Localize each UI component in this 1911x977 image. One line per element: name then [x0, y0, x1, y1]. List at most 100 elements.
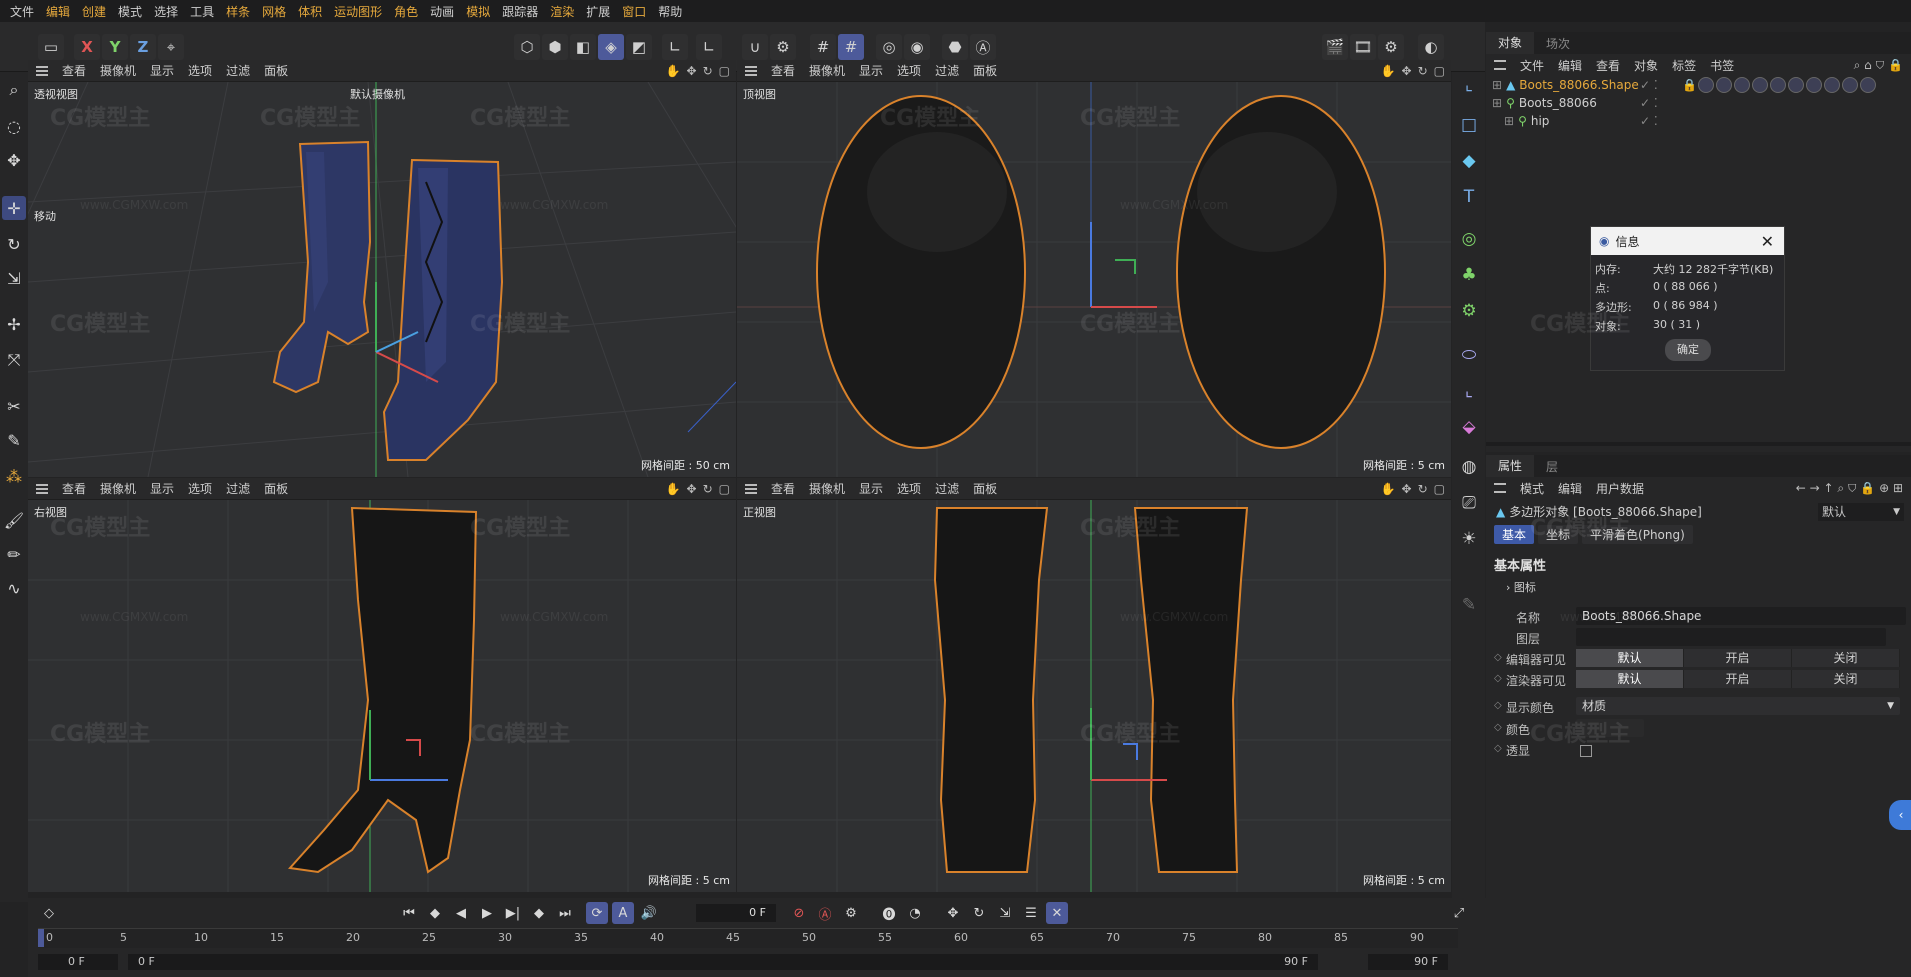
camera-icon[interactable]: ⎚ [1456, 490, 1482, 516]
render-view-icon[interactable]: 🎬 [1322, 34, 1348, 60]
layer-field[interactable] [1576, 628, 1886, 646]
render-picture-viewer-icon[interactable]: 🎞 [1350, 34, 1376, 60]
om-menu-edit[interactable]: 编辑 [1558, 57, 1582, 74]
search-icon[interactable]: ⌕ ⌂ ⛉ 🔒 [1854, 58, 1903, 73]
y-axis-lock-button[interactable]: Y [102, 34, 128, 60]
vp-menu-view[interactable]: 查看 [771, 62, 795, 79]
next-frame-icon[interactable]: ▶| [502, 902, 524, 924]
coordinate-system-icon[interactable]: ⌖ [158, 34, 184, 60]
move-view-icon[interactable]: ✥ [1402, 64, 1412, 78]
polygons-mode-icon[interactable]: ◧ [570, 34, 596, 60]
option-default[interactable]: 默认 [1576, 649, 1684, 667]
expand-icon[interactable]: ⊞ [1504, 114, 1514, 128]
magnet-icon[interactable]: ∪ [742, 34, 768, 60]
menu-animation[interactable]: 动画 [424, 3, 460, 20]
rotate-icon[interactable]: ↻ [2, 232, 26, 256]
pen-icon[interactable]: ✎ [2, 428, 26, 452]
vp-menu-camera[interactable]: 摄像机 [100, 62, 136, 79]
menu-tools[interactable]: 工具 [184, 3, 220, 20]
menu-mograph[interactable]: 运动图形 [328, 3, 388, 20]
name-field[interactable]: Boots_88066.Shape [1576, 607, 1906, 625]
vp-menu-options[interactable]: 选项 [897, 62, 921, 79]
move-view-icon[interactable]: ✥ [687, 64, 697, 78]
menu-character[interactable]: 角色 [388, 3, 424, 20]
option-default[interactable]: 默认 [1576, 670, 1684, 688]
generator-icon[interactable]: ◎ [1456, 226, 1482, 252]
material-tag-icon[interactable] [1770, 77, 1786, 93]
menu-create[interactable]: 创建 [76, 3, 112, 20]
menu-help[interactable]: 帮助 [652, 3, 688, 20]
material-tag-icon[interactable] [1824, 77, 1840, 93]
menu-select[interactable]: 选择 [148, 3, 184, 20]
vp-menu-options[interactable]: 选项 [897, 480, 921, 497]
workplane-icon[interactable]: ∟ [696, 34, 722, 60]
om-menu-file[interactable]: 文件 [1520, 57, 1544, 74]
vp-menu-options[interactable]: 选项 [188, 480, 212, 497]
hamburger-icon[interactable] [1494, 483, 1506, 493]
collapse-panel-button[interactable]: ‹ [1889, 800, 1911, 830]
move-view-icon[interactable]: ✥ [687, 482, 697, 496]
subtab-basic[interactable]: 基本 [1494, 525, 1535, 544]
keyframe-diamond-icon[interactable]: ◇ [1494, 700, 1502, 711]
tab-objects[interactable]: 对象 [1486, 32, 1535, 54]
hamburger-icon[interactable] [36, 483, 48, 494]
menu-mesh[interactable]: 网格 [256, 3, 292, 20]
keyframe-diamond-icon[interactable]: ◇ [1494, 673, 1502, 684]
record-icon[interactable]: ⊘ [788, 902, 810, 924]
subtab-phong[interactable]: 平滑着色(Phong) [1582, 525, 1693, 544]
model-mode-icon[interactable]: ◈ [598, 34, 624, 60]
visibility-dots-icon[interactable]: ✓ ⁚ [1640, 96, 1658, 110]
xray-checkbox[interactable] [1580, 745, 1592, 757]
menu-file[interactable]: 文件 [4, 3, 40, 20]
visibility-dots-icon[interactable]: ✓ ⁚ [1640, 114, 1658, 128]
field-icon[interactable]: ⌞ [1456, 378, 1482, 404]
object-name[interactable]: hip [1531, 114, 1550, 128]
om-menu-object[interactable]: 对象 [1634, 57, 1658, 74]
timeline-ruler[interactable]: 0 5 10 15 20 25 30 35 40 45 50 55 60 65 … [38, 928, 1458, 948]
hamburger-icon[interactable] [745, 483, 757, 494]
boot-left[interactable] [272, 140, 372, 394]
effector-icon[interactable]: ⚙ [1456, 298, 1482, 324]
key-lock-icon[interactable]: ⓿ [878, 902, 900, 924]
autokey-icon[interactable]: A [612, 902, 634, 924]
uv-mode-icon[interactable]: ◩ [626, 34, 652, 60]
loop-icon[interactable]: ⟳ [586, 902, 608, 924]
cube-outline-icon[interactable]: □ [1456, 112, 1482, 138]
menu-edit[interactable]: 编辑 [40, 3, 76, 20]
boot-front-left[interactable] [933, 507, 1049, 873]
tab-takes[interactable]: 场次 [1534, 35, 1582, 52]
boot-top-right[interactable] [1176, 95, 1386, 449]
expand-icon[interactable]: ⊞ [1492, 96, 1502, 110]
vp-menu-view[interactable]: 查看 [62, 62, 86, 79]
paint-icon[interactable]: ✏ [2, 542, 26, 566]
cube-icon[interactable]: ◆ [1456, 148, 1482, 174]
vp-menu-view[interactable]: 查看 [62, 480, 86, 497]
search-icon[interactable]: ⌕ [2, 78, 26, 102]
key-rotation-icon[interactable]: ↻ [968, 902, 990, 924]
option-off[interactable]: 关闭 [1792, 670, 1900, 688]
lock-icon[interactable]: 🔒 [1682, 78, 1697, 92]
knife-icon[interactable]: ✂ [2, 394, 26, 418]
next-keyframe-icon[interactable]: ◆ [528, 902, 550, 924]
rotate-view-icon[interactable]: ↻ [1418, 482, 1428, 496]
z-axis-lock-button[interactable]: Z [130, 34, 156, 60]
am-menu-edit[interactable]: 编辑 [1558, 480, 1582, 497]
material-tag-icon[interactable] [1842, 77, 1858, 93]
tab-layers[interactable]: 层 [1534, 458, 1570, 475]
hamburger-icon[interactable] [36, 65, 48, 76]
material-tag-icon[interactable] [1752, 77, 1768, 93]
move-icon[interactable]: ✛ [2, 196, 26, 220]
keyframe-settings-icon[interactable]: ⚙ [840, 902, 862, 924]
key-position-icon[interactable]: ✥ [942, 902, 964, 924]
workplane-align-icon[interactable]: ◉ [904, 34, 930, 60]
tab-attributes[interactable]: 属性 [1486, 455, 1535, 477]
material-tag-icon[interactable] [1788, 77, 1804, 93]
snap-grid-icon[interactable]: # [810, 34, 836, 60]
prev-keyframe-icon[interactable]: ◆ [424, 902, 446, 924]
cloner-icon[interactable]: ♣ [1456, 262, 1482, 288]
deformer-icon[interactable]: ⬭ [1456, 342, 1482, 368]
live-selection-icon[interactable]: ✥ [2, 148, 26, 172]
keyframe-diamond-icon[interactable]: ◇ [1494, 652, 1502, 663]
navigation-icons[interactable]: ← → ↑ ⌕ ⛉ 🔒 ⊕ ⊞ [1796, 481, 1903, 496]
menu-volume[interactable]: 体积 [292, 3, 328, 20]
